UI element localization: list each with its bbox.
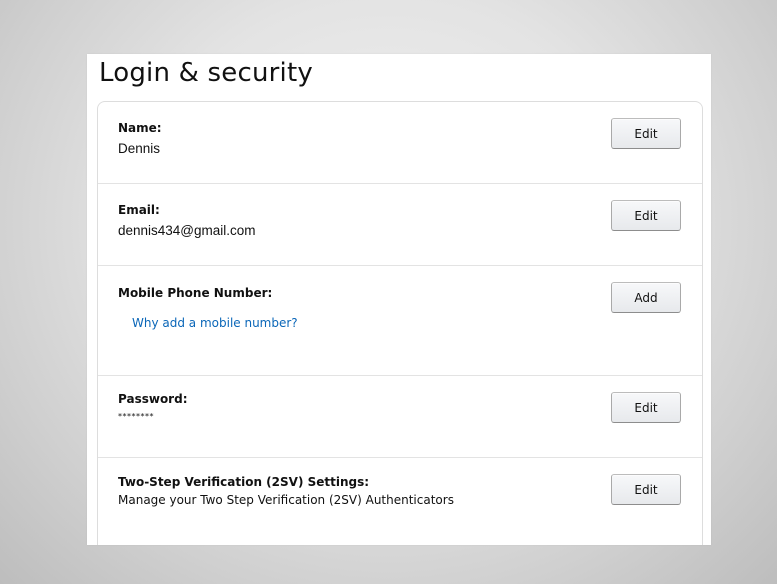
edit-name-button[interactable]: Edit [611,118,681,149]
name-label: Name: [118,121,162,135]
name-row: Name: Dennis Edit [98,102,702,184]
two-step-verification-description: Manage your Two Step Verification (2SV) … [118,493,454,507]
login-security-panel: Login & security Name: Dennis Edit Email… [87,54,711,545]
password-row: Password: ******** Edit [98,376,702,458]
edit-two-step-verification-button[interactable]: Edit [611,474,681,505]
mobile-phone-label: Mobile Phone Number: [118,286,273,300]
email-label: Email: [118,203,160,217]
page-title: Login & security [99,58,313,88]
why-add-mobile-link[interactable]: Why add a mobile number? [132,316,298,330]
two-step-verification-label: Two-Step Verification (2SV) Settings: [118,475,370,489]
two-step-verification-row: Two-Step Verification (2SV) Settings: Ma… [98,458,702,545]
settings-card: Name: Dennis Edit Email: dennis434@gmail… [97,101,703,545]
name-value: Dennis [118,141,161,156]
email-row: Email: dennis434@gmail.com Edit [98,184,702,266]
password-value: ******** [118,412,154,421]
password-label: Password: [118,392,188,406]
mobile-phone-row: Mobile Phone Number: Why add a mobile nu… [98,266,702,376]
edit-password-button[interactable]: Edit [611,392,681,423]
email-value: dennis434@gmail.com [118,223,256,238]
edit-email-button[interactable]: Edit [611,200,681,231]
add-mobile-button[interactable]: Add [611,282,681,313]
